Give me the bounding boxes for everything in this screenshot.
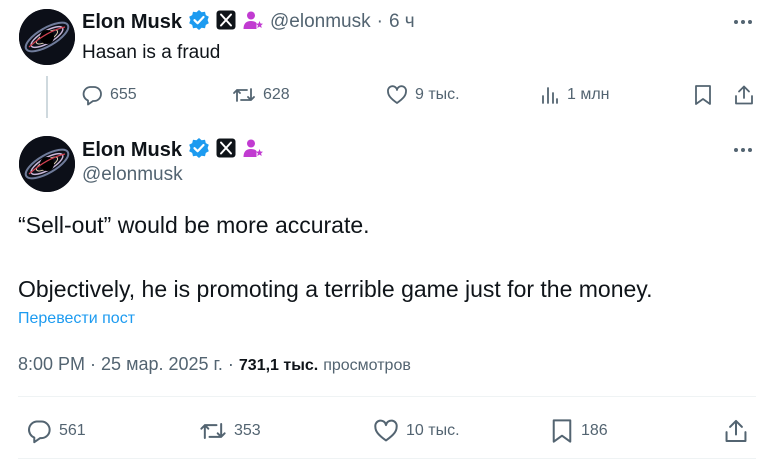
reply-button[interactable]: 561 <box>26 418 86 444</box>
repost-button[interactable]: 628 <box>232 84 290 106</box>
like-button[interactable]: 9 тыс. <box>386 84 460 106</box>
repost-count: 353 <box>234 422 261 439</box>
reply-icon <box>82 86 102 106</box>
author-handle[interactable]: @elonmusk <box>82 164 183 186</box>
x-logo-badge-icon[interactable] <box>216 10 236 35</box>
divider <box>18 396 756 397</box>
share-icon <box>725 419 747 443</box>
repost-count: 628 <box>263 86 290 103</box>
bookmark-count: 186 <box>581 422 608 439</box>
x-logo-badge-icon[interactable] <box>216 138 236 163</box>
avatar-image <box>19 9 75 65</box>
reply-count: 655 <box>110 86 137 103</box>
share-icon <box>735 85 753 105</box>
bookmark-icon <box>552 419 572 443</box>
like-count: 9 тыс. <box>415 86 460 103</box>
tweet1-text: Hasan is a fraud <box>82 42 221 63</box>
translate-post-link[interactable]: Перевести пост <box>18 310 135 328</box>
more-icon[interactable] <box>734 20 752 24</box>
post-meta: 8:00 PM · 25 мар. 2025 г. · 731,1 тыс. п… <box>18 354 411 375</box>
tweet2-text-line2: Objectively, he is promoting a terrible … <box>18 276 653 302</box>
share-button[interactable] <box>733 84 755 106</box>
views-count[interactable]: 731,1 тыс. <box>239 357 318 375</box>
bookmark-icon <box>695 85 711 105</box>
verified-badge-icon[interactable] <box>188 137 210 164</box>
reply-count: 561 <box>59 422 86 439</box>
post-date[interactable]: 25 мар. 2025 г. <box>101 354 223 375</box>
reply-icon <box>28 420 51 444</box>
views-label: просмотров <box>323 357 411 374</box>
reply-button[interactable]: 655 <box>81 84 137 106</box>
repost-button[interactable]: 353 <box>199 418 261 444</box>
verified-badge-icon[interactable] <box>188 9 210 36</box>
tweet1-header: Elon Musk @elonmusk · 6 ч <box>82 9 415 35</box>
share-button[interactable] <box>723 418 749 444</box>
views-count: 1 млн <box>567 86 610 103</box>
avatar-image <box>19 136 75 192</box>
more-icon[interactable] <box>734 148 752 152</box>
like-button[interactable]: 10 тыс. <box>373 418 460 444</box>
tweet2-text-line1: “Sell-out” would be more accurate. <box>18 212 370 238</box>
views-button[interactable]: 1 млн <box>540 84 610 106</box>
author-handle[interactable]: @elonmusk <box>270 11 371 33</box>
avatar[interactable] <box>19 9 75 65</box>
views-icon <box>542 87 558 104</box>
repost-icon <box>233 88 255 102</box>
tweet2-header: Elon Musk <box>82 137 264 163</box>
avatar[interactable] <box>19 136 75 192</box>
bookmark-button[interactable]: 186 <box>550 418 608 444</box>
like-icon <box>374 419 398 442</box>
separator-dot: · <box>227 354 234 374</box>
separator-dot: · <box>90 354 97 374</box>
affiliate-person-icon[interactable] <box>242 138 264 163</box>
affiliate-person-icon[interactable] <box>242 10 264 35</box>
like-count: 10 тыс. <box>406 422 460 439</box>
separator-dot: · <box>376 11 383 32</box>
author-name[interactable]: Elon Musk <box>82 11 182 34</box>
divider <box>18 458 756 459</box>
like-icon <box>387 85 407 104</box>
thread-connector-line <box>46 76 48 118</box>
bookmark-button[interactable] <box>693 84 713 106</box>
author-name[interactable]: Elon Musk <box>82 139 182 162</box>
post-time[interactable]: 8:00 PM <box>18 354 85 375</box>
repost-icon <box>200 423 226 439</box>
post-time[interactable]: 6 ч <box>389 11 415 33</box>
